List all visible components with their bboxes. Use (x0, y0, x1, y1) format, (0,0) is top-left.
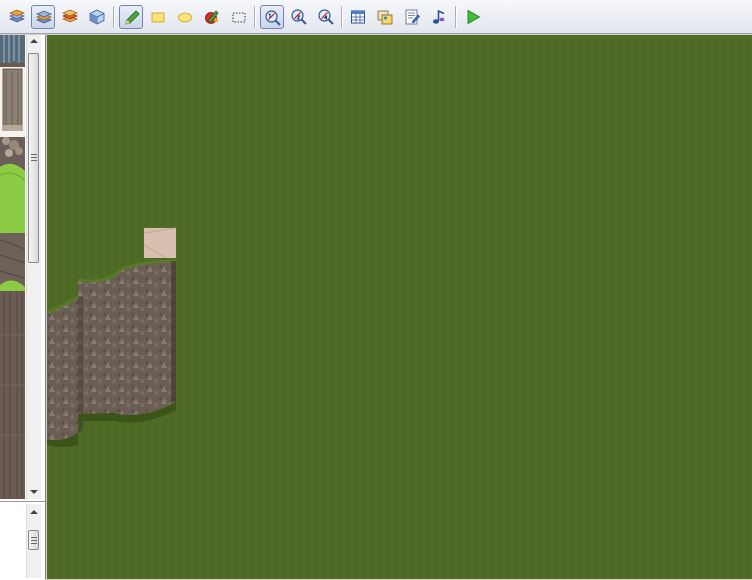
fill-icon (205, 10, 219, 24)
sound-test-button[interactable] (427, 5, 451, 29)
scroll-up-button[interactable] (27, 506, 41, 518)
layer-3-button[interactable] (58, 5, 82, 29)
layer-2-icon (35, 10, 53, 24)
script-editor-icon (405, 9, 420, 25)
layer-2-button[interactable] (31, 5, 55, 29)
main-toolbar (0, 0, 752, 34)
map-canvas[interactable] (47, 35, 752, 579)
zoom-1-4-icon (318, 9, 334, 25)
layer-1-button[interactable] (5, 5, 29, 29)
map-tree-scroll-thumb[interactable] (28, 530, 39, 550)
event-layer-button[interactable] (85, 5, 109, 29)
database-icon (351, 10, 365, 24)
toolbar-separator (341, 6, 342, 28)
tileset-scrollbar[interactable] (26, 35, 41, 499)
rectangle-button[interactable] (146, 5, 170, 29)
map-tree-scrollbar[interactable] (26, 504, 41, 578)
zoom-1-4-button[interactable] (314, 5, 338, 29)
fill-button[interactable] (200, 5, 224, 29)
zoom-1-1-icon (265, 10, 281, 26)
map-tree-panel (0, 501, 45, 580)
select-icon (232, 12, 246, 23)
ellipse-icon (178, 12, 192, 23)
sound-test-icon (433, 9, 445, 24)
arrow-up-icon (30, 510, 38, 514)
script-editor-button[interactable] (400, 5, 424, 29)
layer-1-icon (8, 9, 26, 23)
arrow-down-icon (30, 490, 38, 494)
pencil-icon (125, 10, 140, 25)
scroll-down-button[interactable] (27, 486, 41, 498)
cliff-block (78, 261, 176, 415)
tileset-panel (0, 35, 46, 580)
arrow-up-icon (30, 39, 38, 43)
event-layer-icon (89, 9, 105, 25)
toolbar-separator (113, 6, 114, 28)
tileset-scroll-thumb[interactable] (28, 53, 39, 263)
zoom-1-2-icon (291, 9, 307, 25)
database-button[interactable] (346, 5, 370, 29)
pencil-button[interactable] (119, 5, 143, 29)
materialbase-button[interactable] (373, 5, 397, 29)
ellipse-button[interactable] (173, 5, 197, 29)
scroll-up-button[interactable] (27, 35, 41, 47)
cliff-block (47, 297, 78, 441)
zoom-1-1-button[interactable] (260, 5, 284, 29)
materialbase-icon (377, 10, 393, 25)
layer-3-icon (61, 9, 79, 23)
play-icon (467, 9, 481, 25)
toolbar-separator (455, 6, 456, 28)
select-button[interactable] (227, 5, 251, 29)
playtest-button[interactable] (461, 5, 485, 29)
rectangle-icon (151, 12, 165, 23)
zoom-1-2-button[interactable] (287, 5, 311, 29)
toolbar-separator (254, 6, 255, 28)
tileset-palette[interactable] (0, 35, 25, 499)
